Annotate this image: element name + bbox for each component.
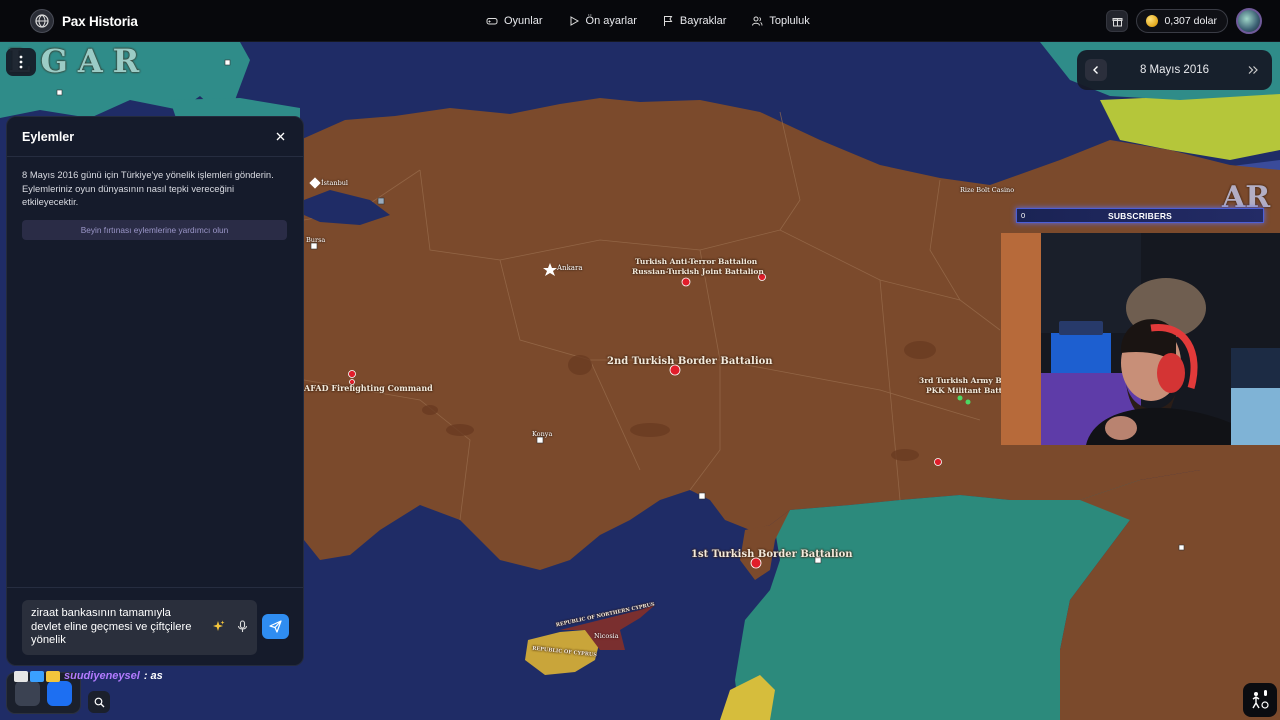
city-label-konya: Konya (532, 430, 553, 438)
previous-day-button[interactable] (1085, 59, 1107, 81)
menu-button[interactable] (6, 48, 36, 76)
chat-toggle-button[interactable] (15, 681, 40, 706)
subscribers-label: SUBSCRIBERS (1107, 210, 1173, 221)
balance-pill[interactable]: 0,307 dolar (1136, 9, 1228, 33)
panel-header: Eylemler (7, 117, 303, 157)
chat-badges (14, 670, 60, 682)
brand[interactable]: Pax Historia (30, 9, 138, 33)
city-label-bursa: Bursa (306, 236, 326, 244)
search-icon (94, 697, 104, 707)
search-button[interactable] (88, 691, 110, 713)
gift-button[interactable] (1106, 10, 1129, 32)
app-screen: LGAR AR İstanbul Bursa Ankara Konya Nico… (0, 0, 1280, 720)
nav-item-presets[interactable]: Ön ayarlar (568, 15, 637, 27)
app-name: Pax Historia (62, 13, 138, 29)
city-label-istanbul: İstanbul (321, 179, 349, 187)
avatar[interactable] (1236, 8, 1262, 34)
unit-label-anti-terror[interactable]: Turkish Anti-Terror Battalion (635, 257, 757, 266)
unit-label-afad[interactable]: AFAD Firefighting Command (304, 383, 433, 393)
city-label-ankara: Ankara (557, 264, 583, 272)
city-label-rize: Rize Bolt Casino (960, 186, 1015, 194)
nav-item-label: Ön ayarlar (585, 15, 637, 27)
close-icon (276, 132, 284, 141)
nav-item-community[interactable]: Topluluk (751, 15, 810, 27)
top-navigation-bar: Pax Historia Oyunlar Ön ayarlar Bayrakla… (0, 0, 1280, 42)
actions-panel: Eylemler 8 Mayıs 2016 günü için Türkiye'… (6, 116, 304, 666)
webcam-feed (1001, 233, 1280, 445)
nav-item-label: Oyunlar (504, 15, 543, 27)
send-icon (269, 620, 282, 633)
subscribers-count: 0 (1021, 211, 1026, 220)
more-vertical-icon (19, 55, 23, 69)
current-date: 8 Mayıs 2016 (1139, 64, 1210, 76)
users-icon (752, 16, 763, 26)
nav-item-games[interactable]: Oyunlar (486, 15, 543, 27)
accessibility-button[interactable] (1243, 683, 1277, 717)
action-input-text: ziraat bankasının tamamıyla devlet eline… (31, 607, 192, 646)
stream-chat-message: suudiyeneysel : as (14, 670, 163, 682)
play-icon (570, 16, 579, 26)
badge-icon (14, 670, 28, 682)
unit-label-joint[interactable]: Russian-Turkish Joint Battalion (632, 267, 764, 276)
panel-description: 8 Mayıs 2016 günü için Türkiye'ye yöneli… (22, 169, 274, 207)
globe-logo-icon (30, 9, 54, 33)
sparkle-button[interactable] (212, 620, 225, 638)
accessibility-icon (1252, 690, 1269, 709)
action-input[interactable]: ziraat bankasının tamamıyla devlet eline… (22, 600, 257, 655)
gift-icon (1112, 17, 1123, 26)
nav-item-label: Bayraklar (679, 15, 727, 27)
nav-item-label: Topluluk (769, 15, 810, 27)
brainstorm-button[interactable]: Beyin fırtınası eylemlerine yardımcı olu… (22, 219, 287, 240)
main-nav: Oyunlar Ön ayarlar Bayraklar Topluluk (486, 0, 835, 42)
subscribers-bar: 0 SUBSCRIBERS (1016, 208, 1264, 223)
gamepad-icon (486, 18, 498, 25)
account-area: 0,307 dolar (1106, 8, 1262, 34)
send-button[interactable] (262, 614, 289, 639)
chat-text: : as (143, 670, 163, 682)
close-button[interactable] (273, 130, 287, 144)
chevron-left-icon (1093, 66, 1098, 74)
coin-icon (1146, 15, 1159, 27)
chat-username: suudiyeneysel (64, 670, 140, 682)
action-composer: ziraat bankasının tamamıyla devlet eline… (7, 587, 303, 665)
discord-button[interactable] (47, 681, 72, 706)
date-control: 8 Mayıs 2016 (1077, 50, 1272, 90)
nav-item-flags[interactable]: Bayraklar (662, 15, 726, 27)
city-label-nicosia: Nicosia (594, 632, 619, 640)
badge-icon (46, 670, 60, 682)
unit-label-2nd-border[interactable]: 2nd Turkish Border Battalion (607, 356, 773, 367)
panel-title: Eylemler (22, 129, 75, 144)
microphone-icon (237, 620, 248, 632)
badge-icon (30, 670, 44, 682)
chevrons-right-icon (1248, 66, 1258, 74)
balance-text: 0,307 dolar (1164, 15, 1217, 27)
sparkle-icon (213, 620, 225, 631)
unit-label-1st-border[interactable]: 1st Turkish Border Battalion (691, 549, 853, 560)
microphone-button[interactable] (237, 620, 248, 638)
flag-icon (663, 16, 673, 26)
advance-button[interactable] (1242, 59, 1264, 81)
